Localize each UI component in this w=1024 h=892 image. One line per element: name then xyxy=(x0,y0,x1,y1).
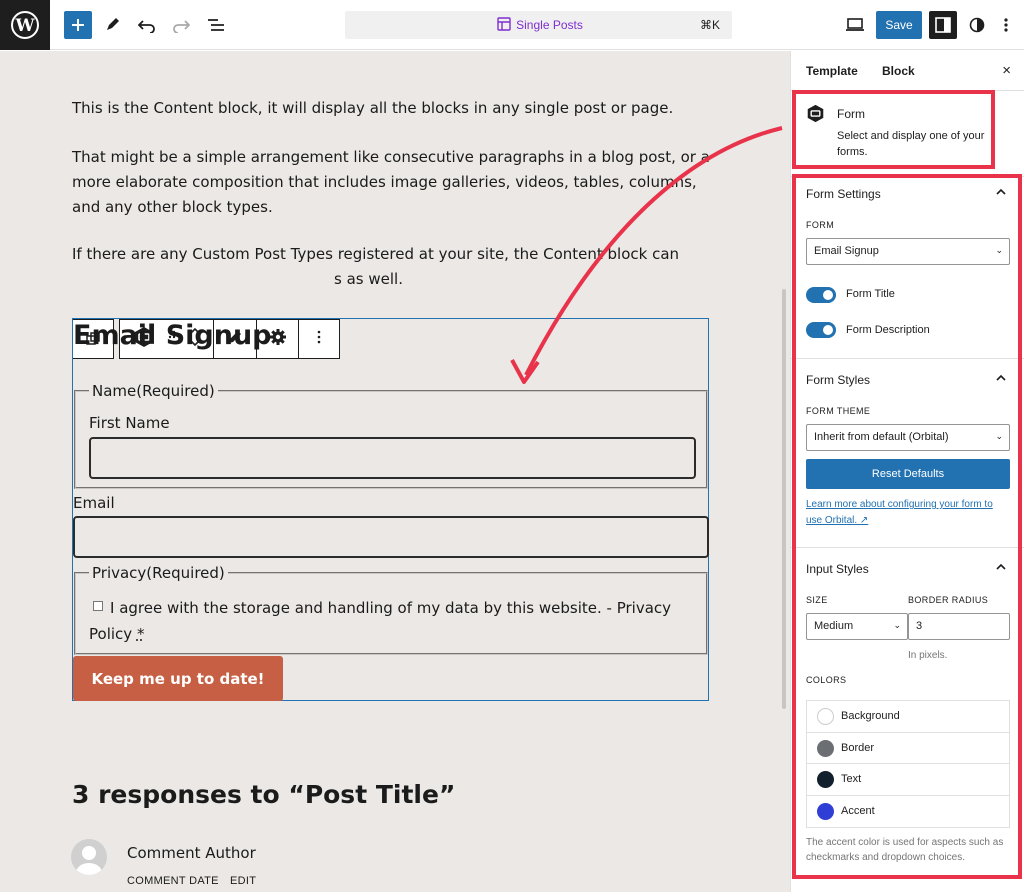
tab-template[interactable]: Template xyxy=(806,64,858,78)
color-item-accent[interactable]: Accent xyxy=(807,796,1009,828)
content-paragraph-1[interactable]: This is the Content block, it will displ… xyxy=(72,96,712,121)
reset-defaults-button[interactable]: Reset Defaults xyxy=(806,459,1010,489)
colors-caption: COLORS xyxy=(806,675,847,685)
command-palette-bar[interactable]: Single Posts ⌘K xyxy=(345,11,732,39)
color-label: Accent xyxy=(841,804,875,817)
form-theme-select[interactable]: Inherit from default (Orbital) ⌄ xyxy=(806,424,1010,451)
size-select-value: Medium xyxy=(814,620,854,632)
size-caption: SIZE xyxy=(806,595,828,605)
document-overview-icon[interactable] xyxy=(202,11,230,39)
redo-icon[interactable] xyxy=(167,11,195,39)
chevron-up-icon[interactable] xyxy=(996,559,1006,573)
name-legend: Name(Required) xyxy=(89,382,218,400)
color-label: Background xyxy=(841,710,900,722)
color-item-background[interactable]: Background xyxy=(807,701,1009,733)
block-card-title: Form xyxy=(837,107,865,121)
comments-heading: 3 responses to “Post Title” xyxy=(72,780,456,809)
form-select[interactable]: Email Signup ⌄ xyxy=(806,238,1010,265)
privacy-consent-text: I agree with the storage and handling of… xyxy=(89,595,689,647)
form-theme-value: Inherit from default (Orbital) xyxy=(814,431,949,443)
chevron-down-icon: ⌄ xyxy=(995,245,1003,255)
editor-canvas[interactable]: This is the Content block, it will displ… xyxy=(0,51,790,892)
size-select[interactable]: Medium ⌄ xyxy=(806,613,908,640)
form-block[interactable]: Email Signup Name(Required) First Name E… xyxy=(72,318,709,701)
tab-block[interactable]: Block xyxy=(882,64,915,78)
canvas-scrollbar[interactable] xyxy=(782,289,786,709)
chevron-down-icon: ⌄ xyxy=(893,620,901,630)
color-item-text[interactable]: Text xyxy=(807,764,1009,796)
color-swatch xyxy=(817,708,834,725)
color-swatch xyxy=(817,739,834,757)
learn-more-link[interactable]: Learn more about configuring your form t… xyxy=(806,497,1010,529)
content-paragraph-3[interactable]: If there are any Custom Post Types regis… xyxy=(72,242,712,292)
chevron-up-icon[interactable] xyxy=(996,370,1006,384)
content-paragraph-2[interactable]: That might be a simple arrangement like … xyxy=(72,145,712,220)
form-select-value: Email Signup xyxy=(814,245,879,257)
border-radius-value: 3 xyxy=(916,620,923,632)
form-select-caption: FORM xyxy=(806,220,835,230)
privacy-fieldset: Privacy(Required) I agree with the stora… xyxy=(74,564,708,655)
form-theme-caption: FORM THEME xyxy=(806,406,871,416)
color-swatch xyxy=(817,771,834,788)
comment-date[interactable]: COMMENT DATE xyxy=(127,875,219,887)
comment-edit-link[interactable]: EDIT xyxy=(230,875,256,887)
color-item-border[interactable]: Border xyxy=(807,733,1009,764)
border-radius-help: In pixels. xyxy=(908,650,948,661)
sidebar-tabs: Template Block × xyxy=(791,51,1024,91)
input-styles-panel-toggle[interactable]: Input Styles xyxy=(806,562,869,576)
form-title: Email Signup xyxy=(73,320,272,351)
border-radius-caption: BORDER RADIUS xyxy=(908,595,989,605)
first-name-label: First Name xyxy=(89,414,170,432)
email-label: Email xyxy=(73,494,115,512)
save-button[interactable]: Save xyxy=(876,11,922,39)
chevron-up-icon[interactable] xyxy=(996,184,1006,198)
email-input[interactable] xyxy=(73,516,709,558)
styles-contrast-icon[interactable] xyxy=(963,11,991,39)
form-title-toggle-label: Form Title xyxy=(846,288,895,300)
content-paragraph-3-start: If there are any Custom Post Types regis… xyxy=(72,245,680,263)
chevron-down-icon: ⌄ xyxy=(995,431,1003,441)
add-block-button[interactable] xyxy=(64,11,92,39)
accent-help-text: The accent color is used for aspects suc… xyxy=(806,837,1004,863)
form-description-toggle-label: Form Description xyxy=(846,324,930,336)
color-swatch xyxy=(817,802,834,820)
settings-sidebar: Template Block × Form Select and display… xyxy=(790,51,1024,892)
document-title: Single Posts xyxy=(516,18,583,32)
settings-sidebar-toggle-icon[interactable] xyxy=(929,11,957,39)
form-settings-panel-toggle[interactable]: Form Settings xyxy=(806,187,881,201)
close-icon[interactable]: × xyxy=(1002,62,1011,79)
form-description-toggle[interactable] xyxy=(806,322,836,338)
required-asterisk: * xyxy=(136,625,145,643)
first-name-input[interactable] xyxy=(89,437,696,479)
privacy-consent-label: I agree with the storage and handling of… xyxy=(89,599,672,643)
pencil-tools-icon[interactable] xyxy=(98,11,126,39)
svg-text:W: W xyxy=(14,16,35,36)
form-block-icon xyxy=(806,104,825,123)
privacy-legend: Privacy(Required) xyxy=(89,564,228,582)
divider xyxy=(791,176,1024,177)
color-list: Background Border Text Accent xyxy=(806,700,1010,828)
options-more-icon[interactable] xyxy=(992,11,1020,39)
keyboard-shortcut: ⌘K xyxy=(699,18,720,32)
wordpress-logo-icon[interactable]: W xyxy=(0,0,50,50)
divider xyxy=(791,358,1024,359)
name-fieldset: Name(Required) First Name xyxy=(74,382,708,489)
avatar xyxy=(71,839,107,875)
undo-icon[interactable] xyxy=(133,11,161,39)
color-label: Border xyxy=(841,741,875,754)
preview-device-icon[interactable] xyxy=(841,11,869,39)
editor-header: W Single Posts ⌘K Save xyxy=(0,0,1024,50)
form-styles-panel-toggle[interactable]: Form Styles xyxy=(806,373,870,387)
block-card-description: Select and display one of your forms. xyxy=(837,130,985,158)
comment-author[interactable]: Comment Author xyxy=(127,844,256,862)
submit-button[interactable]: Keep me up to date! xyxy=(73,656,283,701)
divider xyxy=(791,547,1024,548)
form-title-toggle[interactable] xyxy=(806,287,836,303)
border-radius-input[interactable]: 3 xyxy=(908,613,1010,640)
color-label: Text xyxy=(841,773,862,785)
content-paragraph-3-end: s as well. xyxy=(334,270,403,288)
